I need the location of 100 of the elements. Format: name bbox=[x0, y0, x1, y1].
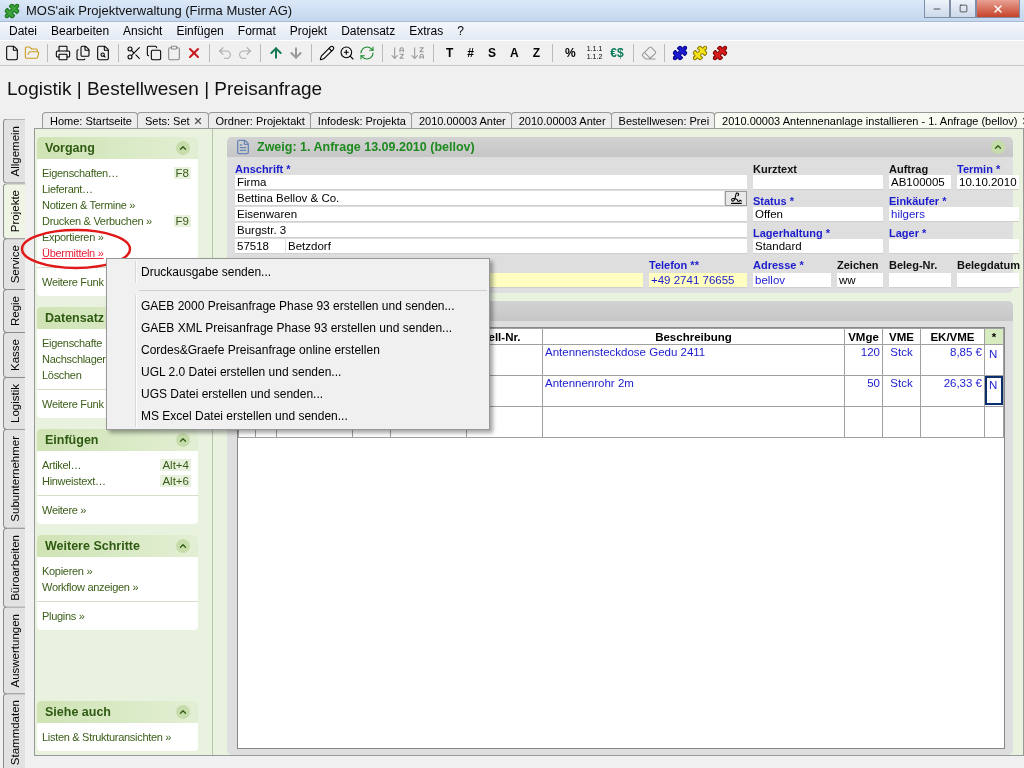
currency-button[interactable]: €$ bbox=[608, 46, 626, 60]
side-tab[interactable]: Service bbox=[3, 237, 25, 291]
collapse-button[interactable] bbox=[176, 433, 190, 447]
menu-item[interactable]: Bearbeiten bbox=[44, 24, 117, 38]
puzzle-icon[interactable] bbox=[671, 45, 688, 61]
panel-title: Zweig: 1. Anfrage 13.09.2010 (bellov) bbox=[257, 140, 476, 154]
zoom-icon[interactable] bbox=[339, 45, 355, 61]
toolbar-letter-button[interactable]: T bbox=[441, 46, 459, 60]
puzzle-icon[interactable] bbox=[711, 45, 728, 61]
chevron-up-icon bbox=[178, 143, 188, 153]
menu-item[interactable]: Datei bbox=[2, 24, 44, 38]
collapse-button[interactable] bbox=[176, 141, 190, 155]
preview-icon[interactable] bbox=[95, 45, 111, 61]
toolbar-letter-button[interactable]: A bbox=[505, 46, 524, 60]
document-tab[interactable]: 2010.00003 Anter bbox=[510, 112, 612, 128]
text-field[interactable]: +49 2741 76655 bbox=[649, 273, 747, 288]
copy-icon[interactable] bbox=[146, 45, 162, 61]
menu-item[interactable]: Projekt bbox=[282, 24, 335, 38]
document-tab[interactable]: Sets: Set bbox=[136, 112, 209, 128]
document-tab[interactable]: Bestellwesen: Prei bbox=[610, 112, 716, 128]
toolbar-letter-button[interactable]: S bbox=[483, 46, 502, 60]
text-field[interactable]: hilgers bbox=[889, 207, 1019, 222]
text-field[interactable]: 57518 bbox=[235, 239, 285, 254]
collapse-button[interactable] bbox=[176, 539, 190, 553]
pencil-icon[interactable] bbox=[319, 45, 335, 61]
section-title: Datensatz bbox=[45, 311, 105, 325]
task-link[interactable]: Lieferant… bbox=[42, 183, 93, 195]
maximize-icon bbox=[958, 4, 968, 13]
text-field[interactable] bbox=[889, 239, 1019, 254]
delete-icon[interactable] bbox=[186, 45, 202, 61]
task-link[interactable]: Nachschlager bbox=[42, 353, 106, 365]
menu-item[interactable]: Datensatz bbox=[334, 24, 403, 38]
minimize-button[interactable] bbox=[924, 0, 950, 18]
task-link[interactable]: Weitere » bbox=[42, 504, 87, 516]
text-field[interactable] bbox=[753, 175, 883, 190]
task-link[interactable]: Listen & Strukturansichten » bbox=[42, 731, 172, 743]
table-cell[interactable]: N bbox=[985, 345, 1003, 374]
text-field[interactable]: AB100005 bbox=[889, 175, 951, 190]
task-link[interactable]: Artikel… bbox=[42, 459, 82, 471]
task-link[interactable]: Weitere Funk bbox=[42, 398, 104, 410]
toolbar-letter-button[interactable]: Z bbox=[527, 46, 546, 60]
task-link[interactable]: Löschen bbox=[42, 369, 82, 381]
side-tab[interactable]: Logistik bbox=[3, 377, 25, 431]
signature-button[interactable] bbox=[725, 191, 747, 206]
collapse-button[interactable] bbox=[991, 140, 1005, 154]
cut-icon[interactable] bbox=[126, 45, 142, 61]
text-field[interactable] bbox=[889, 273, 951, 288]
menu-item[interactable]: ? bbox=[450, 24, 471, 38]
side-tab[interactable]: Regie bbox=[3, 289, 25, 334]
text-field[interactable]: Offen bbox=[753, 207, 883, 222]
task-link[interactable]: Eigenschaften… bbox=[42, 167, 119, 179]
side-tab[interactable]: Kasse bbox=[3, 332, 25, 379]
document-tab[interactable]: Ordner: Projektakt bbox=[207, 112, 311, 128]
side-tab[interactable]: Projekte bbox=[3, 182, 25, 239]
document-tab[interactable]: Infodesk: Projekta bbox=[309, 112, 412, 128]
text-field[interactable]: Standard bbox=[753, 239, 883, 254]
text-field[interactable]: Betzdorf bbox=[286, 239, 747, 254]
menu-item[interactable]: Ansicht bbox=[116, 24, 170, 38]
task-link[interactable]: Plugins » bbox=[42, 610, 85, 622]
field-label: Kurztext bbox=[753, 163, 798, 175]
task-link[interactable]: Weitere Funk bbox=[42, 276, 104, 288]
text-field[interactable]: 10.10.2010 bbox=[957, 175, 1019, 190]
text-field[interactable] bbox=[957, 273, 1019, 288]
side-tab[interactable]: Allgemein bbox=[3, 119, 25, 184]
text-field[interactable]: bellov bbox=[753, 273, 831, 288]
menu-item[interactable]: Extras bbox=[402, 24, 451, 38]
maximize-button[interactable] bbox=[950, 0, 976, 18]
percent-button[interactable]: % bbox=[560, 46, 581, 60]
task-link[interactable]: Hinweistext… bbox=[42, 475, 106, 487]
side-tab[interactable]: Auswertungen bbox=[3, 606, 25, 695]
task-link[interactable]: Übermitteln » bbox=[42, 247, 104, 259]
table-cell[interactable]: N bbox=[985, 376, 1003, 405]
text-field[interactable]: Eisenwaren bbox=[235, 207, 747, 222]
task-link[interactable]: Kopieren » bbox=[42, 565, 93, 577]
task-link[interactable]: Drucken & Verbuchen » bbox=[42, 215, 152, 227]
documents-icon[interactable] bbox=[75, 45, 91, 61]
document-tab[interactable]: 2010.00003 Antennenanlage installieren - 1. Anfrage (bellov) bbox=[714, 112, 1024, 128]
field-label: Lager * bbox=[889, 227, 928, 239]
task-link[interactable]: Workflow anzeigen » bbox=[42, 581, 139, 593]
collapse-button[interactable] bbox=[176, 705, 190, 719]
text-field[interactable]: ww bbox=[837, 273, 883, 288]
table-cell: Stck bbox=[882, 375, 921, 407]
text-field[interactable]: Burgstr. 3 bbox=[235, 223, 747, 238]
side-tab[interactable]: Büroarbeiten bbox=[3, 527, 25, 608]
toolbar-letter-button[interactable]: # bbox=[462, 46, 480, 60]
printer-icon[interactable] bbox=[55, 45, 71, 61]
menu-item[interactable]: Format bbox=[230, 24, 283, 38]
new-document-icon[interactable] bbox=[4, 45, 20, 61]
task-link[interactable]: Exportieren » bbox=[42, 231, 104, 243]
document-tab[interactable]: Home: Startseite bbox=[42, 112, 138, 128]
close-button[interactable] bbox=[976, 0, 1020, 18]
task-link[interactable]: Notizen & Termine » bbox=[42, 199, 136, 211]
document-tab[interactable]: 2010.00003 Anter bbox=[410, 112, 512, 128]
text-field[interactable]: Bettina Bellov & Co. bbox=[235, 191, 724, 206]
task-link[interactable]: Eigenschafte bbox=[42, 337, 102, 349]
side-tab[interactable]: Stammdaten bbox=[3, 693, 25, 768]
menu-item[interactable]: Einfügen bbox=[169, 24, 231, 38]
refresh-icon[interactable] bbox=[359, 45, 375, 61]
side-tab[interactable]: Subunternehmer bbox=[3, 429, 25, 529]
text-field[interactable]: Firma bbox=[235, 175, 747, 190]
